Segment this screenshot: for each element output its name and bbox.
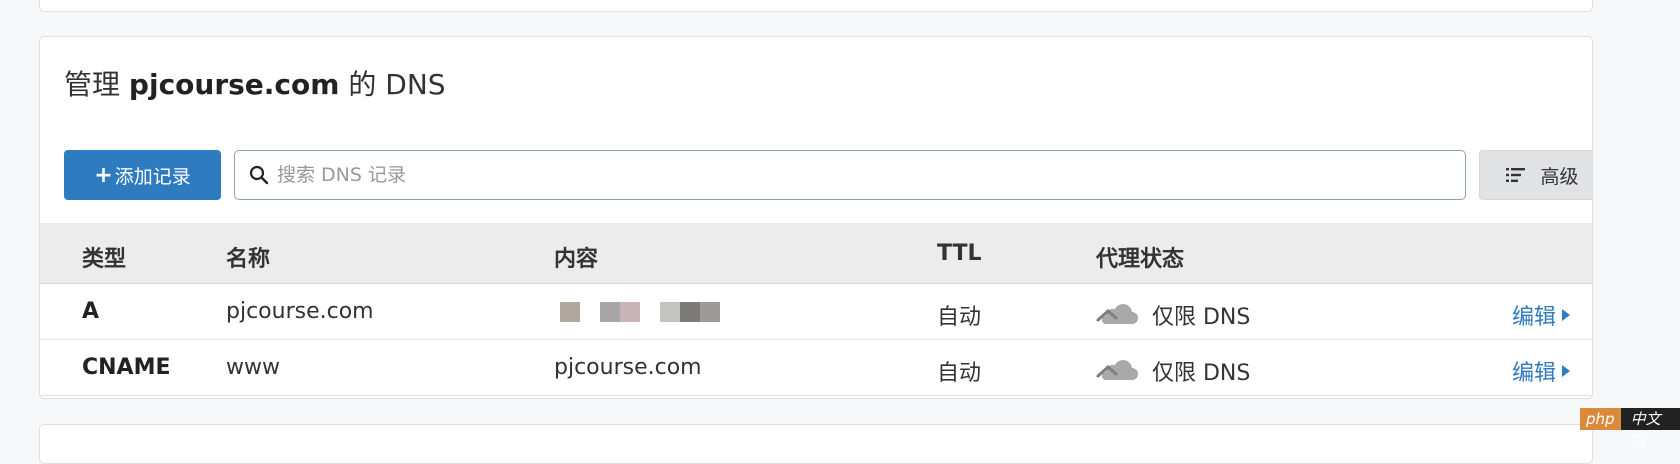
record-name: www xyxy=(226,355,280,380)
title-suffix: 的 DNS xyxy=(348,68,446,101)
caret-right-icon xyxy=(1562,309,1571,321)
proxy-status-label: 仅限 DNS xyxy=(1152,361,1251,386)
cloud-dns-only-icon xyxy=(1096,360,1138,380)
watermark-php: php xyxy=(1580,408,1621,430)
title-domain: pjcourse.com xyxy=(128,68,340,101)
header-name: 名称 xyxy=(226,247,271,272)
watermark-cn: 中文网 xyxy=(1620,408,1680,450)
header-proxy-status: 代理状态 xyxy=(1096,247,1185,272)
advanced-label: 高级 xyxy=(1540,165,1579,188)
edit-label: 编辑 xyxy=(1512,361,1557,386)
record-name: pjcourse.com xyxy=(226,299,374,324)
edit-record-link[interactable]: 编辑 xyxy=(1512,299,1571,331)
previous-card xyxy=(39,0,1593,12)
header-content: 内容 xyxy=(554,247,599,272)
proxy-status-label: 仅限 DNS xyxy=(1152,305,1251,330)
header-type: 类型 xyxy=(82,247,127,272)
record-type: CNAME xyxy=(82,355,171,380)
advanced-button[interactable]: 高级 xyxy=(1479,150,1592,200)
record-type: A xyxy=(82,299,100,324)
cloud-dns-only-icon xyxy=(1096,304,1138,324)
record-proxy-status: 仅限 DNS xyxy=(1096,299,1250,331)
table-row: A pjcourse.com 自动 仅限 DNS 编辑 xyxy=(40,284,1592,340)
table-header: 类型 名称 内容 TTL 代理状态 xyxy=(40,223,1592,284)
watermark-badge: php 中文网 xyxy=(1580,408,1680,450)
caret-right-icon xyxy=(1562,365,1571,377)
record-ttl: 自动 xyxy=(937,361,982,386)
record-ttl: 自动 xyxy=(937,305,982,330)
search-icon xyxy=(249,165,269,185)
record-proxy-status: 仅限 DNS xyxy=(1096,355,1250,387)
edit-label: 编辑 xyxy=(1512,305,1557,330)
search-input[interactable] xyxy=(277,164,1427,186)
page-title: 管理 pjcourse.com 的 DNS xyxy=(64,63,446,103)
search-box[interactable] xyxy=(234,150,1466,200)
record-content-redacted xyxy=(554,299,720,325)
add-record-label: 添加记录 xyxy=(114,165,191,188)
header-ttl: TTL xyxy=(937,241,982,266)
record-content: pjcourse.com xyxy=(554,355,702,380)
plus-icon: + xyxy=(94,162,113,188)
add-record-button[interactable]: + 添加记录 xyxy=(64,150,221,200)
title-prefix: 管理 xyxy=(64,68,121,101)
table-row: CNAME www pjcourse.com 自动 仅限 DNS 编辑 xyxy=(40,340,1592,396)
dns-management-card: 管理 pjcourse.com 的 DNS + 添加记录 高级 类型 名称 内容… xyxy=(39,36,1593,399)
edit-record-link[interactable]: 编辑 xyxy=(1512,355,1571,387)
list-filter-icon xyxy=(1506,168,1526,182)
next-card xyxy=(39,424,1593,464)
